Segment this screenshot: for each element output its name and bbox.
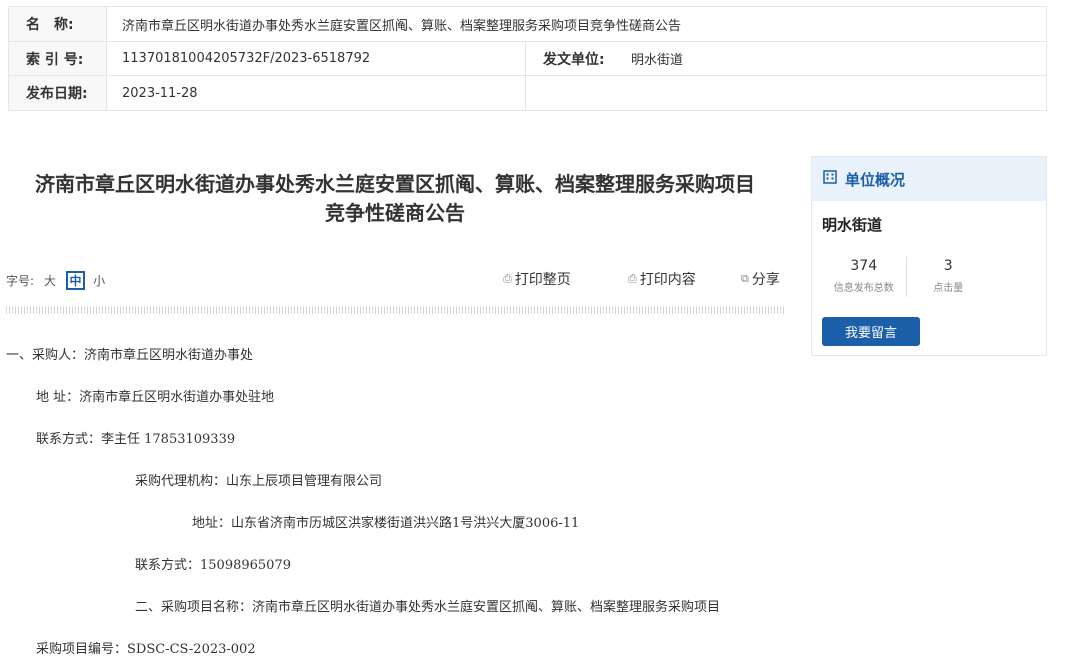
meta-name-value: 济南市章丘区明水街道办事处秀水兰庭安置区抓阄、算账、档案整理服务采购项目竞争性磋… <box>122 18 682 34</box>
font-size-switcher: 字号: 大 中 小 <box>6 271 115 290</box>
body-paragraph: 地址：山东省济南市历城区洪家楼街道洪兴路1号洪兴大厦3006-11 <box>192 516 580 531</box>
font-size-large-button[interactable]: 大 <box>44 272 56 289</box>
article-title-line2: 竞争性磋商公告 <box>325 201 465 225</box>
meta-empty-cell <box>526 76 1046 110</box>
article-title-line1: 济南市章丘区明水街道办事处秀水兰庭安置区抓阄、算账、档案整理服务采购项目 <box>35 172 755 196</box>
body-paragraph: 一、采购人：济南市章丘区明水街道办事处 <box>6 348 254 363</box>
stat-click-count-value: 3 <box>943 258 953 274</box>
meta-issuer-label: 发文单位: <box>543 51 605 68</box>
unit-stats: 374 信息发布总数 3 点击量 <box>822 257 990 297</box>
body-paragraph: 采购代理机构：山东上辰项目管理有限公司 <box>135 474 383 489</box>
article-title: 济南市章丘区明水街道办事处秀水兰庭安置区抓阄、算账、档案整理服务采购项目 竞争性… <box>0 170 790 228</box>
unit-overview-panel: 单位概况 明水街道 374 信息发布总数 3 点击量 我要留言 <box>811 156 1047 356</box>
print-content-label: 打印内容 <box>639 272 696 288</box>
toolbar-divider <box>6 306 784 314</box>
stat-publish-count: 374 信息发布总数 <box>822 257 907 297</box>
meta-row-index: 索 引 号: 11370181004205732F/2023-6518792 发… <box>9 42 1046 76</box>
share-button[interactable]: ⧉ 分享 <box>741 269 780 289</box>
building-icon <box>823 170 837 188</box>
print-page-label: 打印整页 <box>514 272 571 288</box>
leave-message-button[interactable]: 我要留言 <box>822 317 920 346</box>
stat-publish-count-caption: 信息发布总数 <box>833 283 894 294</box>
stat-click-count: 3 点击量 <box>907 257 991 297</box>
meta-date-value: 2023-11-28 <box>107 76 526 110</box>
article-toolbar: 字号: 大 中 小 ⎙ 打印整页 ⎙ 打印内容 ⧉ 分享 <box>6 268 784 294</box>
meta-row-date: 发布日期: 2023-11-28 <box>9 76 1046 110</box>
printer-icon: ⎙ <box>503 272 512 285</box>
stat-click-count-caption: 点击量 <box>933 283 964 294</box>
print-content-button[interactable]: ⎙ 打印内容 <box>628 269 696 289</box>
meta-issuer-value: 明水街道 <box>631 53 684 68</box>
meta-index-label: 索 引 号: <box>9 42 107 75</box>
share-icon: ⧉ <box>741 272 749 285</box>
stat-publish-count-value: 374 <box>850 258 878 274</box>
printer-icon: ⎙ <box>628 272 637 285</box>
unit-overview-heading: 单位概况 <box>845 170 906 189</box>
print-page-button[interactable]: ⎙ 打印整页 <box>503 269 571 289</box>
font-size-medium-button[interactable]: 中 <box>66 271 86 290</box>
unit-overview-header: 单位概况 <box>812 157 1046 201</box>
meta-name-label: 名 称: <box>9 7 107 41</box>
meta-row-name: 名 称: 济南市章丘区明水街道办事处秀水兰庭安置区抓阄、算账、档案整理服务采购项… <box>9 7 1046 42</box>
document-meta-table: 名 称: 济南市章丘区明水街道办事处秀水兰庭安置区抓阄、算账、档案整理服务采购项… <box>8 6 1047 111</box>
body-paragraph: 地 址：济南市章丘区明水街道办事处驻地 <box>36 390 275 405</box>
body-paragraph: 二、采购项目名称：济南市章丘区明水街道办事处秀水兰庭安置区抓阄、算账、档案整理服… <box>135 600 721 615</box>
body-paragraph: 联系方式：李主任 17853109339 <box>36 432 236 447</box>
font-size-small-button[interactable]: 小 <box>93 272 105 289</box>
meta-date-label: 发布日期: <box>9 76 107 110</box>
share-label: 分享 <box>751 272 780 288</box>
meta-index-value: 11370181004205732F/2023-6518792 <box>107 42 526 75</box>
body-paragraph: 采购项目编号：SDSC-CS-2023-002 <box>36 642 256 657</box>
body-paragraph: 联系方式：15098965079 <box>135 558 291 573</box>
unit-name: 明水街道 <box>822 216 883 234</box>
font-size-label: 字号: <box>6 274 35 288</box>
